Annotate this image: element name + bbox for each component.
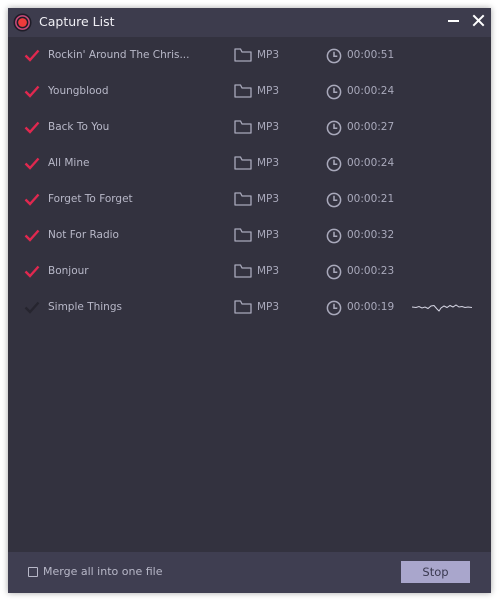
folder-icon[interactable]: [234, 192, 252, 206]
track-format: MP3: [257, 301, 280, 313]
track-list: Rockin' Around The Chris... MP3 00:00:51 Yo…: [8, 38, 491, 326]
track-duration: 00:00:27: [347, 121, 395, 133]
close-icon: [472, 14, 485, 27]
track-row[interactable]: Rockin' Around The Chris... MP3 00:00:51: [8, 38, 491, 74]
track-name: All Mine: [48, 157, 90, 169]
track-row[interactable]: All Mine MP3 00:00:24: [8, 146, 491, 182]
track-name: Bonjour: [48, 265, 89, 277]
clock-icon: [326, 84, 342, 100]
checkmark-icon: [24, 85, 40, 98]
checkmark-icon: [24, 265, 40, 278]
checkbox-icon[interactable]: [28, 566, 38, 577]
checkmark-icon: [24, 121, 40, 134]
track-format: MP3: [257, 121, 280, 133]
checkmark-icon: [24, 229, 40, 242]
track-format: MP3: [257, 85, 280, 97]
checkmark-icon: [24, 49, 40, 62]
stop-button[interactable]: Stop: [401, 561, 470, 583]
folder-icon[interactable]: [234, 84, 252, 98]
track-duration: 00:00:24: [347, 85, 395, 97]
clock-icon: [326, 300, 342, 316]
track-row[interactable]: Back To You MP3 00:00:27: [8, 110, 491, 146]
clock-icon: [326, 264, 342, 280]
track-name: Youngblood: [48, 85, 109, 97]
track-duration: 00:00:51: [347, 49, 395, 61]
track-format: MP3: [257, 193, 280, 205]
merge-label: Merge all into one file: [43, 565, 163, 578]
clock-icon: [326, 48, 342, 64]
clock-icon: [326, 156, 342, 172]
folder-icon[interactable]: [234, 48, 252, 62]
track-format: MP3: [257, 49, 280, 61]
record-app-icon: [13, 13, 32, 32]
track-duration: 00:00:23: [347, 265, 395, 277]
merge-checkbox[interactable]: Merge all into one file: [28, 565, 162, 578]
track-duration: 00:00:19: [347, 301, 395, 313]
track-row[interactable]: Simple Things MP3 00:00:19: [8, 290, 491, 326]
waveform-icon: [412, 304, 472, 312]
checkmark-icon: [24, 193, 40, 206]
capture-list-window: Capture List Rockin' Around The Chris...…: [8, 8, 491, 593]
title-bar: Capture List: [8, 8, 491, 37]
checkmark-icon: [24, 301, 40, 314]
track-name: Simple Things: [48, 301, 122, 313]
clock-icon: [326, 192, 342, 208]
close-button[interactable]: [470, 12, 488, 30]
track-name: Back To You: [48, 121, 110, 133]
folder-icon[interactable]: [234, 264, 252, 278]
track-duration: 00:00:32: [347, 229, 395, 241]
checkmark-icon: [24, 157, 40, 170]
track-row[interactable]: Bonjour MP3 00:00:23: [8, 254, 491, 290]
track-name: Not For Radio: [48, 229, 119, 241]
folder-icon[interactable]: [234, 156, 252, 170]
track-format: MP3: [257, 157, 280, 169]
window-title: Capture List: [39, 14, 115, 29]
track-name: Forget To Forget: [48, 193, 133, 205]
folder-icon[interactable]: [234, 300, 252, 314]
track-format: MP3: [257, 265, 280, 277]
track-duration: 00:00:21: [347, 193, 395, 205]
track-row[interactable]: Forget To Forget MP3 00:00:21: [8, 182, 491, 218]
track-row[interactable]: Youngblood MP3 00:00:24: [8, 74, 491, 110]
track-duration: 00:00:24: [347, 157, 395, 169]
minimize-button[interactable]: [445, 12, 463, 30]
clock-icon: [326, 120, 342, 136]
folder-icon[interactable]: [234, 120, 252, 134]
folder-icon[interactable]: [234, 228, 252, 242]
track-name: Rockin' Around The Chris...: [48, 49, 190, 61]
clock-icon: [326, 228, 342, 244]
minimize-icon: [448, 20, 459, 22]
track-row[interactable]: Not For Radio MP3 00:00:32: [8, 218, 491, 254]
footer-bar: Merge all into one file Stop: [8, 552, 491, 593]
track-format: MP3: [257, 229, 280, 241]
